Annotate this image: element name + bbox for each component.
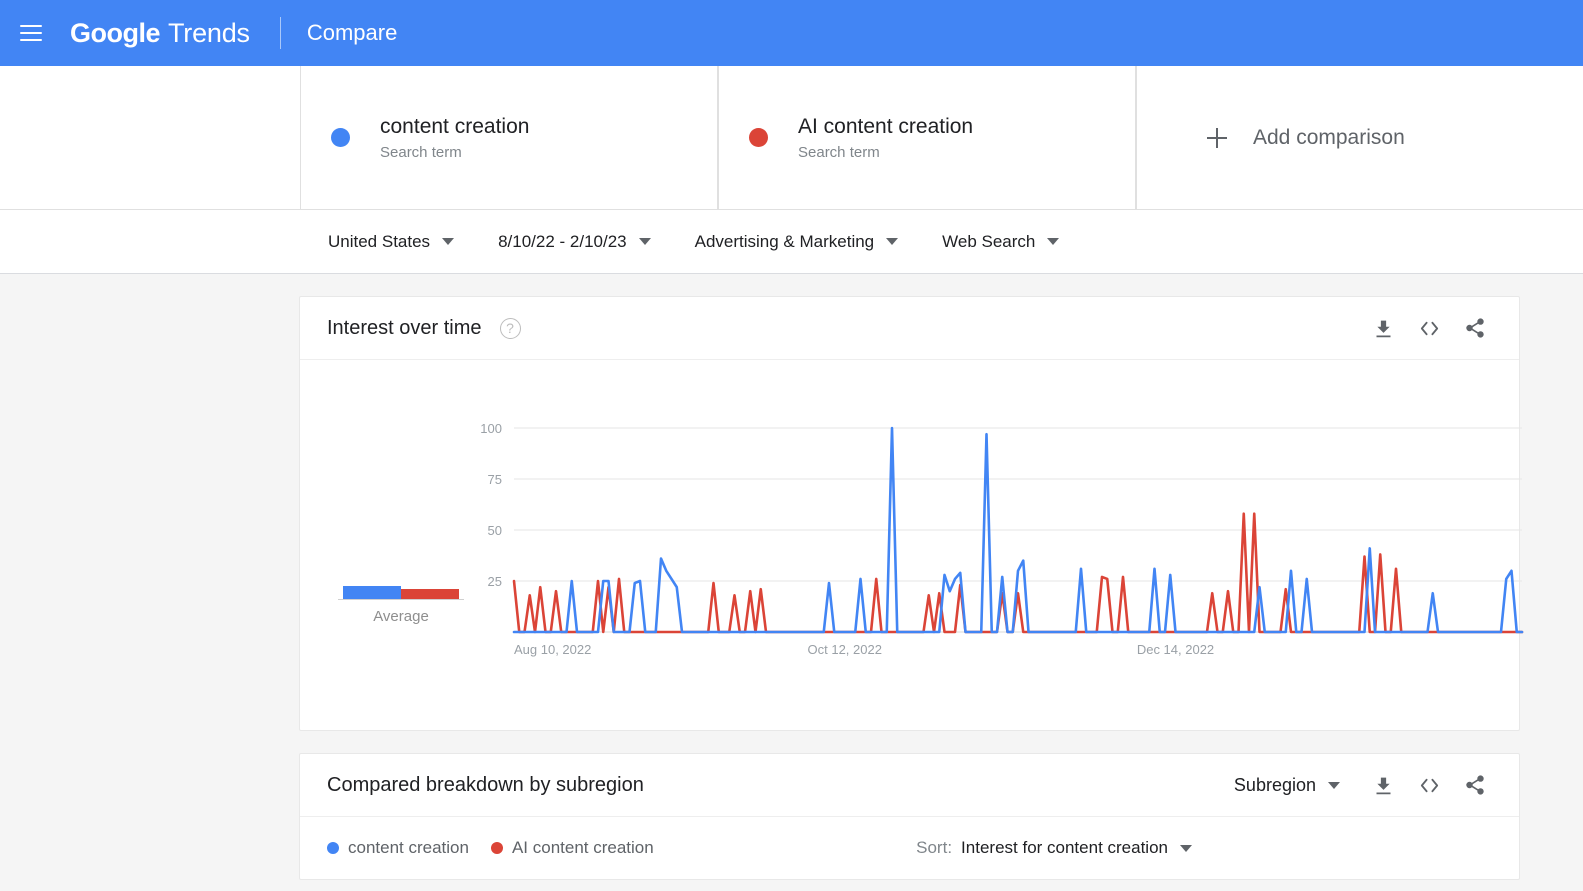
sort-control: Sort: Interest for content creation [916, 838, 1192, 858]
average-bar-content-creation [343, 586, 401, 599]
subregion-card-header: Compared breakdown by subregion Subregio… [300, 754, 1519, 817]
legend-item-content-creation[interactable]: content creation [327, 838, 469, 858]
subregion-level-label: Subregion [1233, 774, 1316, 795]
share-icon[interactable] [1458, 768, 1492, 802]
chevron-down-icon [1180, 844, 1192, 852]
subregion-breakdown-card: Compared breakdown by subregion Subregio… [299, 753, 1520, 880]
legend-dot-blue [327, 842, 339, 854]
filter-bar: United States 8/10/22 - 2/10/23 Advertis… [0, 210, 1583, 274]
date-range-filter[interactable]: 8/10/22 - 2/10/23 [498, 232, 651, 252]
appbar-section-compare[interactable]: Compare [307, 20, 397, 46]
hamburger-bar [20, 39, 42, 41]
download-icon[interactable] [1366, 768, 1400, 802]
subregion-card-title: Compared breakdown by subregion [327, 773, 644, 796]
comparison-card-1[interactable]: AI content creation Search term [718, 66, 1136, 209]
interest-card-title: Interest over time [327, 316, 482, 339]
svg-text:25: 25 [488, 574, 502, 589]
comparison-type-0: Search term [380, 144, 462, 162]
series-color-dot-red [749, 128, 768, 147]
chevron-down-icon [886, 238, 899, 245]
app-bar: Google Trends Compare [0, 0, 1583, 66]
subregion-level-select[interactable]: Subregion [1234, 775, 1340, 796]
help-icon[interactable]: ? [499, 317, 521, 339]
appbar-divider [279, 17, 281, 49]
region-filter-label: United States [328, 231, 431, 251]
chevron-down-icon [442, 238, 455, 245]
category-filter[interactable]: Advertising & Marketing [695, 232, 899, 252]
brand-trends-text: Trends [168, 17, 250, 48]
average-bars [338, 560, 464, 600]
comparison-type-1: Search term [798, 144, 880, 162]
comparison-term-0: content creation [380, 114, 530, 138]
embed-code-icon[interactable] [1412, 311, 1446, 345]
interest-card-header: Interest over time ? [300, 297, 1519, 360]
chevron-down-icon [638, 238, 651, 245]
average-label: Average [373, 608, 429, 625]
region-filter[interactable]: United States [328, 231, 455, 252]
google-trends-logo[interactable]: Google Trends [70, 18, 250, 49]
average-summary: Average [326, 560, 476, 625]
svg-text:Aug 10, 2022: Aug 10, 2022 [514, 642, 591, 657]
download-icon[interactable] [1366, 311, 1400, 345]
comparison-term-1: AI content creation [798, 114, 974, 138]
date-range-filter-label: 8/10/22 - 2/10/23 [498, 231, 627, 251]
hamburger-bar [20, 25, 42, 27]
embed-code-icon[interactable] [1412, 768, 1446, 802]
chevron-down-icon [1328, 781, 1340, 789]
subregion-legend-row: content creation AI content creation Sor… [300, 817, 1519, 879]
brand-google-text: Google [70, 17, 161, 48]
legend-dot-red [490, 842, 503, 854]
legend-label-0: content creation [348, 838, 469, 857]
category-filter-label: Advertising & Marketing [694, 231, 875, 251]
legend-item-ai-content-creation[interactable]: AI content creation [490, 838, 654, 858]
sort-label: Sort: [916, 838, 953, 857]
share-icon[interactable] [1458, 311, 1492, 345]
comparison-card-0[interactable]: content creation Search term [300, 66, 718, 209]
sort-value[interactable]: Interest for content creation [961, 838, 1168, 858]
average-bar-ai-content-creation [401, 589, 459, 599]
svg-text:100: 100 [480, 421, 502, 436]
svg-text:Oct 12, 2022: Oct 12, 2022 [808, 642, 882, 657]
comparison-cards-row: content creation Search term AI content … [0, 66, 1583, 210]
search-type-filter[interactable]: Web Search [942, 231, 1060, 252]
content-area: Interest over time ? Average 25 50 75 10… [0, 274, 1583, 891]
compare-left-spacer [0, 66, 300, 209]
hamburger-bar [20, 32, 42, 34]
svg-text:50: 50 [488, 523, 502, 538]
interest-line-chart: 25 50 75 100 Aug 10, 2022 Oct 12, 2022 Dec 14,… [480, 421, 1524, 657]
chevron-down-icon [1047, 238, 1060, 245]
plus-icon [1207, 127, 1227, 148]
series-color-dot-blue [331, 128, 350, 147]
interest-plot[interactable]: 25 50 75 100 Aug 10, 2022 Oct 12, 2022 Dec 14,… [472, 360, 1524, 730]
interest-chart-body: Average 25 50 75 100 Aug 10, 2022 Oct 12, 202… [300, 360, 1524, 730]
hamburger-menu-icon[interactable] [14, 16, 48, 50]
svg-text:Dec 14, 2022: Dec 14, 2022 [1137, 642, 1214, 657]
interest-over-time-card: Interest over time ? Average 25 50 75 10… [299, 296, 1524, 731]
svg-text:75: 75 [488, 472, 502, 487]
legend-label-1: AI content creation [511, 838, 654, 857]
add-comparison-button[interactable]: Add comparison [1136, 66, 1583, 209]
search-type-filter-label: Web Search [942, 231, 1036, 251]
add-comparison-label: Add comparison [1253, 125, 1405, 149]
